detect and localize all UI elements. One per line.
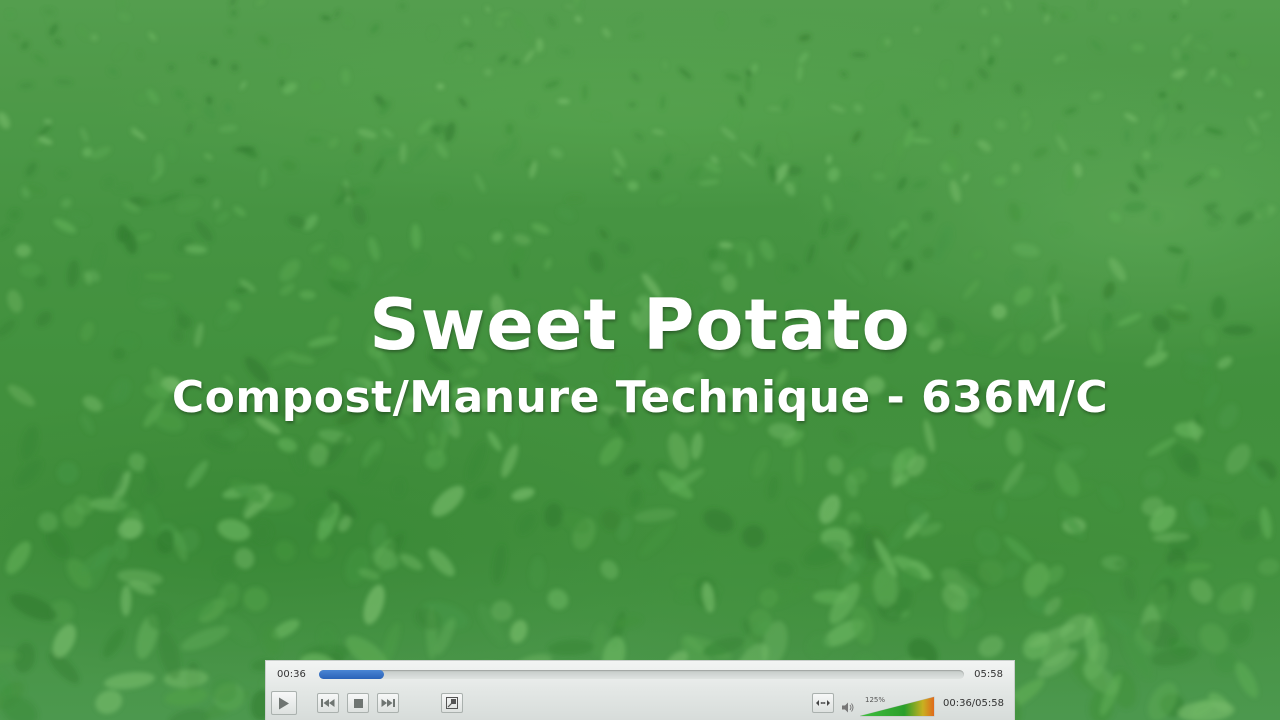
total-duration: 05:58 [974, 669, 1003, 680]
speaker-icon[interactable] [842, 702, 854, 713]
volume-percent: 125% [865, 696, 886, 704]
media-player-controls: 00:36 05:58 125% 00:36/05:58 [265, 660, 1015, 720]
fullscreen-button[interactable] [441, 693, 463, 713]
play-button[interactable] [271, 691, 297, 715]
aspect-ratio-button[interactable] [812, 693, 834, 713]
video-title-overlay: Sweet Potato Compost/Manure Technique - … [0, 282, 1280, 426]
play-icon [279, 697, 289, 709]
stop-icon [353, 698, 363, 708]
fullscreen-icon [446, 697, 458, 709]
elapsed-time: 00:36 [277, 669, 306, 680]
stop-button[interactable] [347, 693, 369, 713]
video-subtitle: Compost/Manure Technique - 636M/C [171, 372, 1109, 423]
seek-bar[interactable] [319, 670, 964, 679]
skip-back-icon [321, 699, 335, 707]
skip-forward-icon [381, 699, 395, 707]
previous-button[interactable] [317, 693, 339, 713]
next-button[interactable] [377, 693, 399, 713]
seek-bar-progress [319, 670, 384, 679]
aspect-ratio-icon [816, 700, 830, 706]
video-frame[interactable]: Sweet Potato Compost/Manure Technique - … [0, 0, 1280, 720]
time-readout: 00:36/05:58 [942, 698, 1004, 709]
video-title: Sweet Potato [369, 284, 911, 366]
